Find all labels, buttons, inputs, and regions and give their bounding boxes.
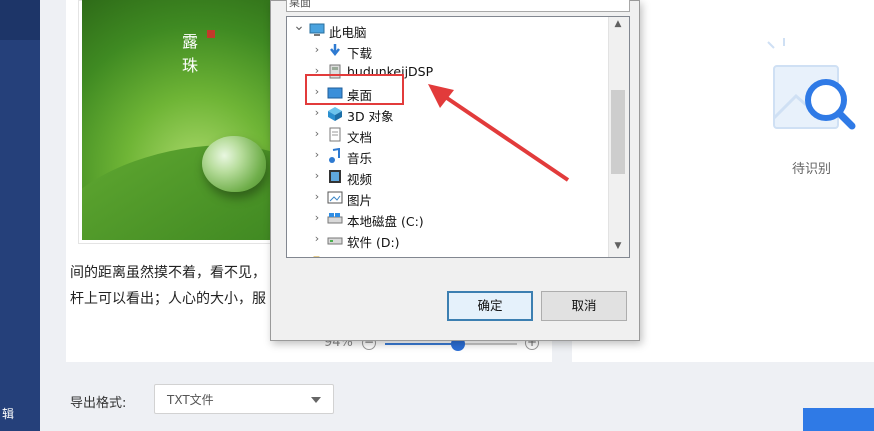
chevron-right-icon[interactable]: ›	[311, 127, 323, 140]
3d-objects-icon	[328, 107, 342, 121]
tree-item-label: 此电脑	[329, 25, 367, 40]
tree-item-label: 下载	[347, 46, 373, 61]
tree-item-label: 音乐	[347, 151, 373, 166]
status-label: 待识别	[792, 162, 832, 177]
tree-item[interactable]: › 下载	[287, 40, 613, 61]
scroll-down-icon[interactable]: ▼	[612, 241, 624, 251]
download-folder-icon	[330, 44, 340, 57]
export-format-select[interactable]: TXT文件	[154, 384, 334, 414]
sidebar-item-label[interactable]: 辑	[2, 405, 14, 422]
folder-path-value: 桌面	[289, 0, 311, 9]
video-icon	[329, 170, 341, 183]
tree-item[interactable]: 2019-09-09_2019-09-12_工艺_立方备份	[287, 250, 613, 257]
chevron-right-icon[interactable]: ›	[311, 211, 323, 224]
tree-item-label: 文档	[347, 130, 373, 145]
chevron-down-icon[interactable]: ⌄	[293, 18, 305, 34]
tree-item[interactable]: › 软件 (D:)	[287, 229, 613, 250]
chevron-right-icon[interactable]: ›	[311, 106, 323, 119]
tree-item-label: 本地磁盘 (C:)	[347, 214, 424, 229]
pc-icon	[309, 23, 325, 36]
documents-icon	[329, 127, 341, 142]
music-icon	[329, 148, 340, 163]
chevron-down-icon	[311, 397, 321, 403]
tree-item-label: 软件 (D:)	[347, 235, 400, 250]
tree-item-label: 图片	[347, 193, 373, 208]
annotation-arrow	[428, 84, 570, 182]
export-format-value: TXT文件	[167, 393, 214, 407]
seal-stamp	[207, 30, 215, 38]
disk-icon	[327, 237, 343, 245]
tree-item[interactable]: › 图片	[287, 187, 613, 208]
ocr-text-line: 杆上可以看出；人心的大小，服	[70, 291, 266, 307]
ocr-text-line: 间的距离虽然摸不着，看不见，	[70, 265, 266, 281]
local-disk-icon	[327, 213, 343, 224]
tree-item[interactable]: › 本地磁盘 (C:)	[287, 208, 613, 229]
folder-icon	[313, 256, 320, 257]
chevron-right-icon[interactable]: ›	[311, 169, 323, 182]
annotation-highlight-box	[305, 74, 404, 105]
water-drop	[202, 136, 266, 192]
start-button[interactable]	[803, 408, 874, 431]
awaiting-recognition-icon	[767, 38, 856, 130]
tree-item[interactable]: ⌄ 此电脑	[287, 18, 613, 40]
tree-item-label: 2019-09-09_2019-09-12_工艺_立方备份	[333, 253, 572, 257]
tree-item-label: 视频	[347, 172, 373, 187]
image-title: 露珠	[182, 32, 199, 75]
sidebar-top-block	[0, 0, 40, 40]
tree-item-label: 3D 对象	[347, 109, 394, 124]
export-format-label: 导出格式:	[70, 396, 127, 411]
scrollbar-thumb[interactable]	[611, 90, 625, 174]
preview-image: 露珠	[82, 0, 274, 240]
pictures-icon	[327, 191, 343, 204]
chevron-right-icon[interactable]: ›	[311, 190, 323, 203]
folder-path-field[interactable]: 桌面	[286, 0, 630, 12]
chevron-right-icon[interactable]: ›	[311, 232, 323, 245]
app-sidebar: 辑	[0, 0, 40, 431]
zoom-slider-fill	[385, 343, 458, 345]
chevron-right-icon[interactable]: ›	[311, 43, 323, 56]
ok-button[interactable]: 确定	[447, 291, 533, 321]
cancel-button[interactable]: 取消	[541, 291, 627, 321]
chevron-right-icon[interactable]: ›	[311, 148, 323, 161]
scroll-up-icon[interactable]: ▲	[612, 19, 624, 29]
